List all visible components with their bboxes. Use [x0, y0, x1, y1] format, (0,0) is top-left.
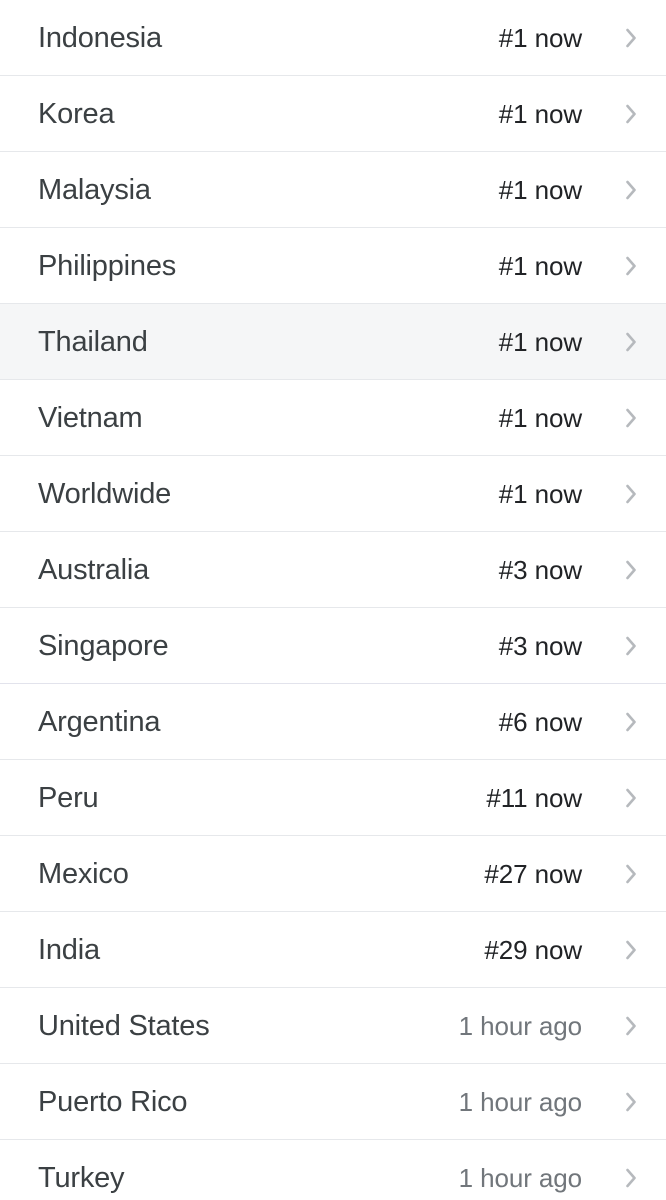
- chevron-right-icon[interactable]: [618, 1011, 644, 1041]
- location-name: Puerto Rico: [38, 1086, 188, 1118]
- chevron-right-icon[interactable]: [618, 479, 644, 509]
- timestamp-text: 1 hour ago: [458, 1087, 582, 1117]
- chevron-right-icon[interactable]: [618, 1087, 644, 1117]
- list-item[interactable]: Philippines #1 now: [0, 228, 666, 304]
- chevron-right-icon[interactable]: [618, 1163, 644, 1193]
- location-name: Australia: [38, 554, 150, 586]
- location-name: Philippines: [38, 250, 177, 282]
- timestamp-text: 1 hour ago: [458, 1011, 582, 1041]
- location-name: Vietnam: [38, 402, 143, 434]
- list-item[interactable]: Argentina #6 now: [0, 684, 666, 760]
- rank-text: #1 now: [498, 175, 582, 205]
- chevron-right-icon[interactable]: [618, 175, 644, 205]
- rank-text: #1 now: [498, 251, 582, 281]
- location-name: Singapore: [38, 630, 169, 662]
- rank-text: #1 now: [498, 23, 582, 53]
- rank-text: #1 now: [498, 479, 582, 509]
- chevron-right-icon[interactable]: [618, 631, 644, 661]
- list-item[interactable]: India #29 now: [0, 912, 666, 988]
- chevron-right-icon[interactable]: [618, 935, 644, 965]
- chevron-right-icon[interactable]: [618, 783, 644, 813]
- list-item[interactable]: Puerto Rico 1 hour ago: [0, 1064, 666, 1140]
- list-item[interactable]: Australia #3 now: [0, 532, 666, 608]
- list-item[interactable]: Mexico #27 now: [0, 836, 666, 912]
- trending-locations-list: Indonesia #1 now Korea #1 now Malaysia #1 now…: [0, 0, 666, 1200]
- chevron-right-icon[interactable]: [618, 707, 644, 737]
- chevron-right-icon[interactable]: [618, 403, 644, 433]
- location-name: Worldwide: [38, 478, 172, 510]
- rank-text: #3 now: [498, 631, 582, 661]
- location-name: Indonesia: [38, 22, 162, 54]
- list-item[interactable]: Thailand #1 now: [0, 304, 666, 380]
- location-name: Mexico: [38, 858, 129, 890]
- list-item[interactable]: Peru #11 now: [0, 760, 666, 836]
- rank-text: #6 now: [498, 707, 582, 737]
- location-name: India: [38, 934, 100, 966]
- list-item[interactable]: United States 1 hour ago: [0, 988, 666, 1064]
- rank-text: #11 now: [486, 783, 582, 813]
- location-name: Malaysia: [38, 174, 151, 206]
- location-name: United States: [38, 1010, 210, 1042]
- list-item[interactable]: Vietnam #1 now: [0, 380, 666, 456]
- chevron-right-icon[interactable]: [618, 251, 644, 281]
- list-item[interactable]: Turkey 1 hour ago: [0, 1140, 666, 1200]
- rank-text: #1 now: [498, 99, 582, 129]
- rank-text: #1 now: [498, 403, 582, 433]
- location-name: Turkey: [38, 1162, 125, 1194]
- list-item[interactable]: Worldwide #1 now: [0, 456, 666, 532]
- list-item[interactable]: Malaysia #1 now: [0, 152, 666, 228]
- location-name: Thailand: [38, 326, 148, 358]
- chevron-right-icon[interactable]: [618, 23, 644, 53]
- timestamp-text: 1 hour ago: [458, 1163, 582, 1193]
- chevron-right-icon[interactable]: [618, 327, 644, 357]
- chevron-right-icon[interactable]: [618, 859, 644, 889]
- rank-text: #1 now: [498, 327, 582, 357]
- chevron-right-icon[interactable]: [618, 99, 644, 129]
- rank-text: #29 now: [484, 935, 582, 965]
- list-item[interactable]: Singapore #3 now: [0, 608, 666, 684]
- chevron-right-icon[interactable]: [618, 555, 644, 585]
- rank-text: #27 now: [484, 859, 582, 889]
- location-name: Peru: [38, 782, 99, 814]
- list-item[interactable]: Korea #1 now: [0, 76, 666, 152]
- list-item[interactable]: Indonesia #1 now: [0, 0, 666, 76]
- rank-text: #3 now: [498, 555, 582, 585]
- location-name: Korea: [38, 98, 115, 130]
- location-name: Argentina: [38, 706, 161, 738]
